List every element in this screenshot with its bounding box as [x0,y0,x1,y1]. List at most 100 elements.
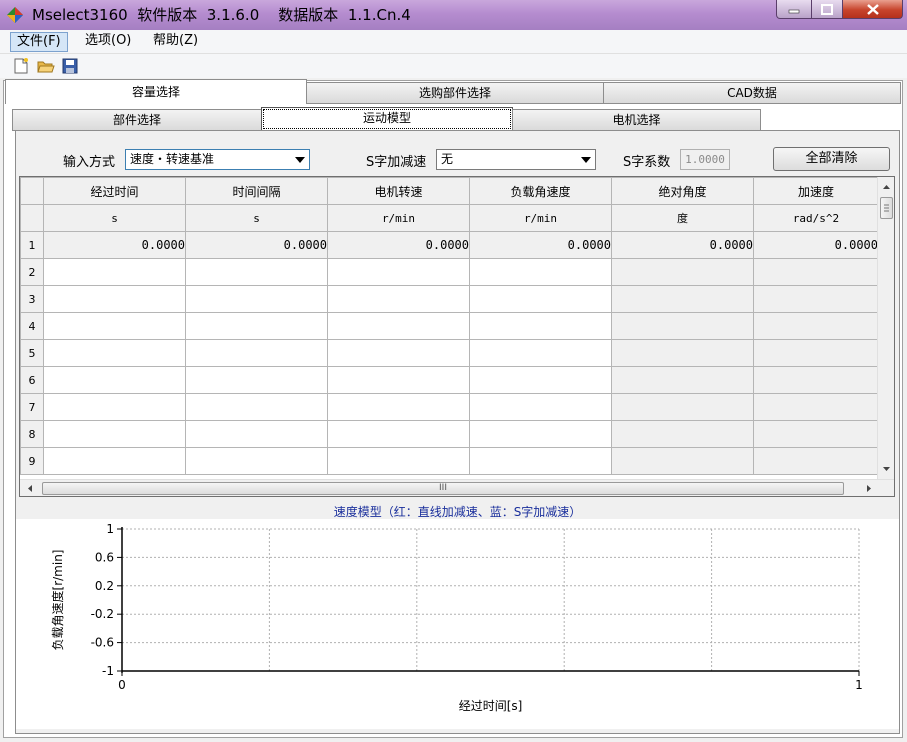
row-header[interactable]: 5 [20,339,44,367]
table-cell[interactable] [185,339,328,367]
row-header[interactable]: 2 [20,258,44,286]
scroll-up-icon[interactable] [878,180,895,194]
row-header[interactable]: 7 [20,393,44,421]
close-button[interactable] [842,0,903,19]
horizontal-scroll-thumb[interactable]: III [42,482,844,495]
table-cell[interactable] [753,339,879,367]
table-cell[interactable] [753,447,879,475]
table-cell[interactable] [185,366,328,394]
table-cell[interactable] [43,312,186,340]
table-cell[interactable]: 0.0000 [753,231,879,259]
table-cell[interactable] [327,258,470,286]
table-cell[interactable] [327,285,470,313]
table-cell[interactable] [469,420,612,448]
table-cell[interactable] [469,312,612,340]
input-mode-select[interactable]: 速度・转速基准 [125,149,310,170]
table-cell[interactable] [185,393,328,421]
clear-all-button[interactable]: 全部清除 [773,147,890,171]
table-cell[interactable] [327,420,470,448]
menu-file[interactable]: 文件(F) [10,32,68,52]
tab-cad-data[interactable]: CAD数据 [603,82,901,104]
tab-option-parts[interactable]: 选购部件选择 [306,82,604,104]
menu-options[interactable]: 选项(O) [79,32,137,52]
table-cell[interactable] [185,285,328,313]
table-cell[interactable] [185,258,328,286]
menu-help[interactable]: 帮助(Z) [147,32,204,52]
table-cell[interactable] [327,339,470,367]
s-coef-input[interactable]: 1.0000 [680,149,730,170]
table-cell[interactable] [753,258,879,286]
table-cell[interactable] [43,447,186,475]
column-header[interactable]: 时间间隔 [185,177,328,205]
row-header[interactable]: 6 [20,366,44,394]
column-header[interactable]: 经过时间 [43,177,186,205]
table-cell[interactable] [327,312,470,340]
minimize-button[interactable] [776,0,812,19]
table-cell[interactable]: 0.0000 [185,231,328,259]
tab-capacity-selection[interactable]: 容量选择 [5,79,307,104]
tab-motor-selection[interactable]: 电机选择 [512,109,761,131]
chevron-down-icon [581,157,591,163]
table-cell[interactable] [611,339,754,367]
open-folder-icon[interactable] [37,57,55,75]
vertical-scroll-thumb[interactable] [880,197,893,219]
row-header[interactable]: 8 [20,420,44,448]
table-cell[interactable]: 0.0000 [469,231,612,259]
table-cell[interactable] [469,366,612,394]
table-cell[interactable] [43,339,186,367]
table-cell[interactable] [611,285,754,313]
row-header[interactable]: 4 [20,312,44,340]
scroll-down-icon[interactable] [878,462,895,476]
column-header[interactable]: 加速度 [753,177,879,205]
table-cell[interactable] [753,366,879,394]
tab-motion-model[interactable]: 运动模型 [261,107,513,131]
table-cell[interactable]: 0.0000 [327,231,470,259]
s-curve-select[interactable]: 无 [436,149,596,170]
table-cell[interactable] [469,393,612,421]
table-cell[interactable] [43,366,186,394]
new-file-icon[interactable] [12,57,30,75]
minimize-icon [788,9,800,14]
table-cell[interactable] [753,393,879,421]
row-header[interactable]: 3 [20,285,44,313]
table-cell[interactable] [327,447,470,475]
table-cell[interactable] [611,447,754,475]
table-cell[interactable] [611,393,754,421]
column-header[interactable]: 绝对角度 [611,177,754,205]
table-cell[interactable] [469,447,612,475]
row-header[interactable]: 9 [20,447,44,475]
table-cell[interactable] [43,285,186,313]
table-cell[interactable] [469,339,612,367]
table-cell[interactable] [753,312,879,340]
table-cell[interactable] [753,420,879,448]
table-cell[interactable] [611,312,754,340]
tab-parts-selection[interactable]: 部件选择 [12,109,262,131]
vertical-scrollbar[interactable] [877,177,894,479]
corner-cell [20,177,44,205]
table-cell[interactable] [753,285,879,313]
table-cell[interactable] [469,258,612,286]
table-cell[interactable] [185,420,328,448]
table-cell[interactable] [43,258,186,286]
table-cell[interactable]: 0.0000 [611,231,754,259]
column-header[interactable]: 负载角速度 [469,177,612,205]
table-cell[interactable] [185,447,328,475]
table-cell[interactable] [611,258,754,286]
table-cell[interactable] [327,393,470,421]
table-cell[interactable] [43,420,186,448]
table-cell[interactable] [469,285,612,313]
table-cell[interactable] [611,420,754,448]
scroll-left-icon[interactable] [23,480,37,497]
scroll-right-icon[interactable] [862,480,876,497]
maximize-button[interactable] [811,0,843,19]
table-cell[interactable] [43,393,186,421]
save-icon[interactable] [61,57,79,75]
table-cell[interactable] [185,312,328,340]
table-cell[interactable] [327,366,470,394]
table-cell[interactable]: 0.0000 [43,231,186,259]
column-header[interactable]: 电机转速 [327,177,470,205]
table-cell[interactable] [611,366,754,394]
row-header[interactable]: 1 [20,231,44,259]
horizontal-scrollbar[interactable]: III [20,479,894,497]
unit-cell: rad/s^2 [753,204,879,232]
